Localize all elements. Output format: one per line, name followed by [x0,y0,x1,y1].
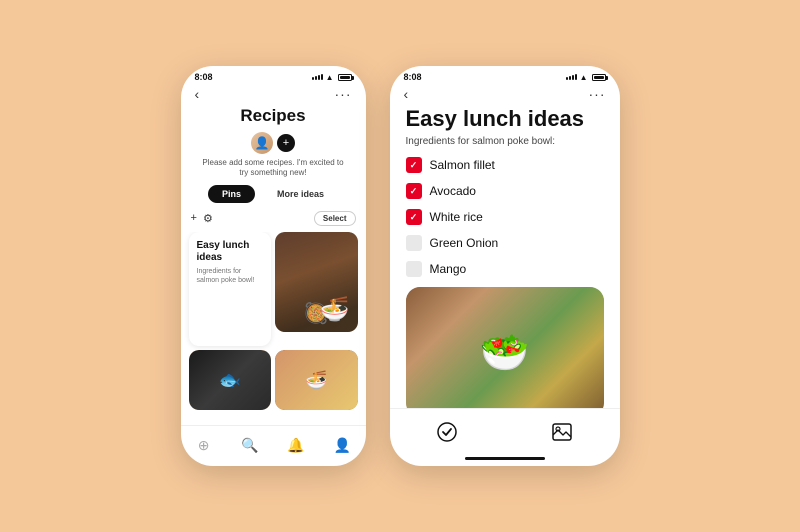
tab-pins[interactable]: Pins [208,185,255,203]
bowl-emoji: 🥗 [480,329,530,376]
nav-search[interactable]: 🔍 [235,434,265,456]
status-icons-left: ▲ [312,73,352,82]
wifi-icon-right: ▲ [580,73,588,82]
add-recipes-text: Please add some recipes. I'm excited to … [181,158,366,179]
nav-profile[interactable]: 👤 [327,434,357,456]
ingredient-item-4[interactable]: Green Onion [406,235,604,251]
status-time-left: 8:08 [195,72,213,82]
home-indicator-right [465,457,545,460]
ingredient-name-2: Avocado [430,184,476,198]
status-icons-right: ▲ [566,73,606,82]
pin-desc: Ingredients for salmon poke bowl! [197,267,264,285]
checkmark-icon-2: ✓ [410,186,418,197]
select-button[interactable]: Select [314,211,356,226]
checkbox-white-rice[interactable]: ✓ [406,209,422,225]
left-phone: 8:08 ▲ ‹ ··· Recipes 👤 + [181,66,366,466]
status-bar-left: 8:08 ▲ [181,66,366,84]
status-time-right: 8:08 [404,72,422,82]
ingredient-name-3: White rice [430,210,483,224]
ingredients-label: Ingredients for salmon poke bowl: [406,136,604,147]
right-phone: 8:08 ▲ ‹ ··· Easy lunch ideas Ingredient… [390,66,620,466]
add-avatar-button[interactable]: + [277,134,295,152]
ingredient-item-3[interactable]: ✓ White rice [406,209,604,225]
check-done-button[interactable] [427,417,467,447]
more-button-left[interactable]: ··· [335,86,352,102]
ingredient-item-1[interactable]: ✓ Salmon fillet [406,157,604,173]
checkmark-icon: ✓ [410,160,418,171]
nav-home[interactable]: ⊕ [189,434,219,456]
checkmark-icon-3: ✓ [410,212,418,223]
ingredient-name-1: Salmon fillet [430,158,495,172]
signal-icon [312,74,323,80]
checkbox-mango[interactable] [406,261,422,277]
left-content: Recipes 👤 + Please add some recipes. I'm… [181,106,366,425]
pin-card-easy-lunch[interactable]: Easy lunch ideas Ingredients for salmon … [189,232,272,347]
ingredient-item-5[interactable]: Mango [406,261,604,277]
tab-more-ideas[interactable]: More ideas [263,185,338,203]
back-button-right[interactable]: ‹ [404,86,409,102]
battery-icon-right [592,74,606,81]
bottom-nav-left: ⊕ 🔍 🔔 👤 [181,425,366,466]
bottom-toolbar-right [390,408,620,457]
page-title-left: Recipes [181,106,366,126]
pins-grid: Easy lunch ideas Ingredients for salmon … [181,232,366,425]
add-pin-button[interactable]: + [191,212,197,224]
nav-bar-right: ‹ ··· [390,84,620,106]
pin-title: Easy lunch ideas [197,240,264,264]
back-button-left[interactable]: ‹ [195,86,200,102]
tabs-row: Pins More ideas [181,185,366,203]
right-content: Easy lunch ideas Ingredients for salmon … [390,106,620,408]
wifi-icon: ▲ [326,73,334,82]
checkbox-salmon[interactable]: ✓ [406,157,422,173]
nav-bar-left: ‹ ··· [181,84,366,106]
ingredient-item-2[interactable]: ✓ Avocado [406,183,604,199]
image-button[interactable] [542,417,582,447]
pins-toolbar: + ⚙ Select [181,211,366,226]
avatar-row: 👤 + [181,132,366,154]
pin-card-food1[interactable]: 🥘 [275,232,358,332]
ingredient-name-4: Green Onion [430,236,499,250]
checkbox-green-onion[interactable] [406,235,422,251]
battery-icon [338,74,352,81]
toolbar-left: + ⚙ [191,212,213,225]
food-bowl-image: 🥗 [406,287,604,408]
board-title: Easy lunch ideas [406,106,604,132]
filter-button[interactable]: ⚙ [203,212,213,225]
status-bar-right: 8:08 ▲ [390,66,620,84]
nav-bell[interactable]: 🔔 [281,434,311,456]
pin-card-food2[interactable]: 🐟 [189,350,272,410]
avatar: 👤 [251,132,273,154]
pin-card-food3[interactable]: 🍜 [275,350,358,410]
signal-icon-right [566,74,577,80]
ingredient-name-5: Mango [430,262,467,276]
more-button-right[interactable]: ··· [589,86,606,102]
checkbox-avocado[interactable]: ✓ [406,183,422,199]
